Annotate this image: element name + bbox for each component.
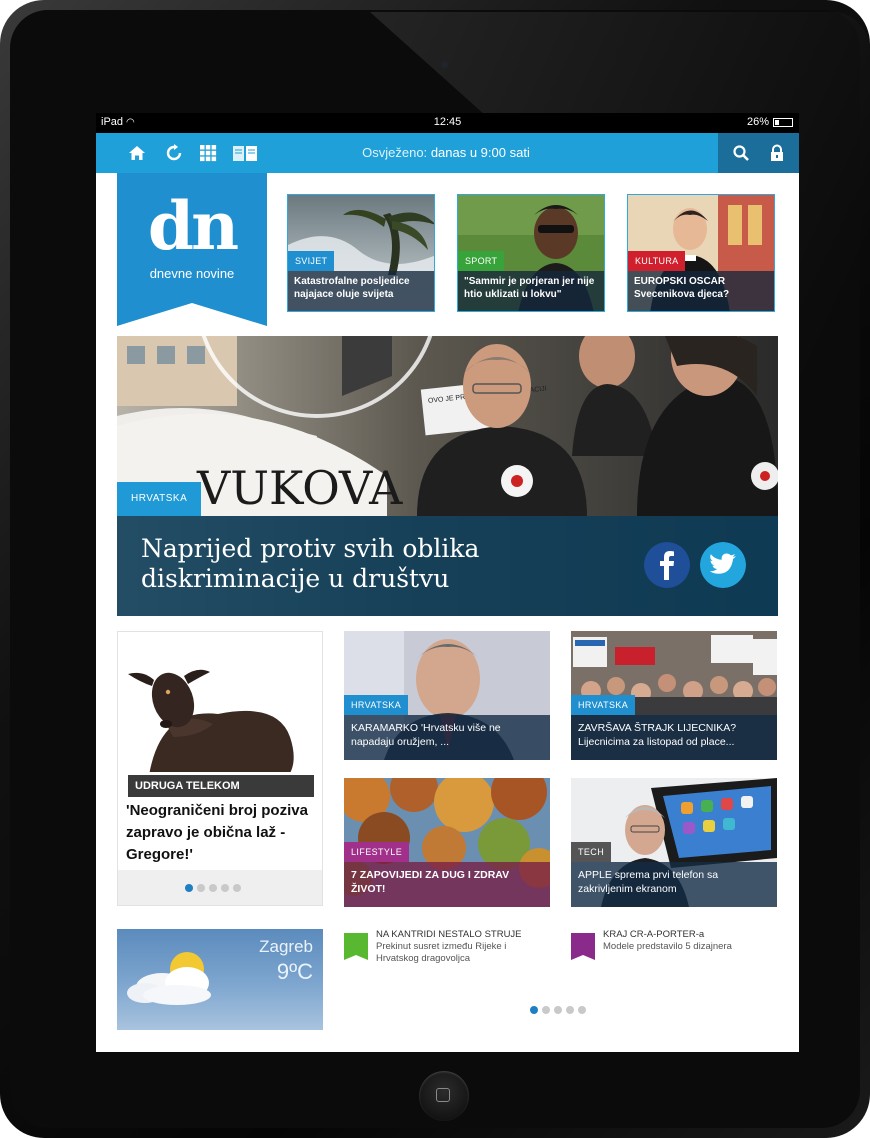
tile-tag: TECH bbox=[571, 842, 612, 862]
pager-dot[interactable] bbox=[233, 884, 241, 892]
search-icon[interactable] bbox=[732, 144, 750, 162]
tile-tag: HRVATSKA bbox=[571, 695, 636, 715]
card-pager-bar bbox=[118, 870, 322, 905]
logo-name: dnevne novine bbox=[149, 266, 235, 281]
tile-tag: HRVATSKA bbox=[344, 695, 409, 715]
home-button[interactable] bbox=[419, 1071, 469, 1121]
tile-caption: KARAMARKO 'Hrvatsku više ne napadaju oru… bbox=[344, 715, 550, 760]
brief-text: Prekinut susret između Rijeke i Hrvatsko… bbox=[376, 941, 507, 964]
status-bar: iPad ◠ 12:45 26% bbox=[96, 113, 799, 133]
tile-caption: ZAVRŠAVA ŠTRAJK LIJECNIKA? Lijecnicima z… bbox=[571, 715, 777, 760]
tile-caption: Katastrofalne posljedice najajace oluje … bbox=[288, 271, 434, 311]
pager-dot[interactable] bbox=[566, 1006, 574, 1014]
refresh-time: danas u 9:00 sati bbox=[430, 145, 530, 160]
card-tag: UDRUGA TELEKOM bbox=[128, 775, 314, 797]
facebook-icon[interactable] bbox=[644, 542, 690, 588]
brief-flag-icon bbox=[344, 933, 368, 960]
battery-icon bbox=[773, 117, 793, 127]
card-pager[interactable] bbox=[185, 884, 241, 892]
refresh-label: Osvježeno: bbox=[362, 145, 428, 160]
tile-tag: SPORT bbox=[458, 251, 505, 271]
hero-headline: Naprijed protiv svih oblika diskriminaci… bbox=[141, 534, 480, 593]
card-title: 'Neograničeni broj poziva zapravo je obi… bbox=[126, 802, 308, 863]
tile-strajk[interactable]: HRVATSKA ZAVRŠAVA ŠTRAJK LIJECNIKA? Lije… bbox=[571, 631, 777, 760]
hero-tag: HRVATSKA bbox=[117, 482, 202, 516]
ipad-frame: iPad ◠ 12:45 26% Osvježeno: danas u 9:00 … bbox=[0, 0, 870, 1138]
pager-dot[interactable] bbox=[209, 884, 217, 892]
brief-heading: KRAJ CR-A-PORTER-a bbox=[603, 929, 705, 940]
tile-lifestyle[interactable]: LIFESTYLE 7 ZAPOVIJEDI ZA DUG I ZDRAV ŽI… bbox=[344, 778, 550, 907]
tile-caption: "Sammir je porjeran jer nije htio ukliza… bbox=[458, 271, 604, 311]
tile-caption: APPLE sprema prvi telefon sa zakrivljeni… bbox=[571, 862, 777, 907]
screen: iPad ◠ 12:45 26% Osvježeno: danas u 9:00 … bbox=[96, 113, 799, 1052]
weather-city: Zagreb bbox=[259, 937, 313, 956]
top-tile-svijet[interactable]: SVIJET Katastrofalne posljedice najajace… bbox=[287, 194, 435, 312]
tile-caption: 7 ZAPOVIJEDI ZA DUG I ZDRAV ŽIVOT! bbox=[344, 862, 550, 907]
toolbar-actions bbox=[718, 133, 799, 173]
pager-dot[interactable] bbox=[530, 1006, 538, 1014]
site-logo[interactable]: dn dnevne novine bbox=[117, 173, 267, 326]
tile-caption: EUROPSKI OSCAR Svecenikova djeca? bbox=[628, 271, 774, 311]
tile-tech[interactable]: TECH APPLE sprema prvi telefon sa zakriv… bbox=[571, 778, 777, 907]
tile-tag: SVIJET bbox=[288, 251, 335, 271]
hero-sign-text: VUKOVA bbox=[196, 461, 403, 515]
tile-tag: KULTURA bbox=[628, 251, 686, 271]
pager-dot[interactable] bbox=[221, 884, 229, 892]
tile-karamarko[interactable]: HRVATSKA KARAMARKO 'Hrvatsku više ne nap… bbox=[344, 631, 550, 760]
pager-dot[interactable] bbox=[578, 1006, 586, 1014]
weather-temp: 9ºC bbox=[276, 959, 313, 984]
logo-mark: dn bbox=[147, 187, 239, 265]
tile-tag: LIFESTYLE bbox=[344, 842, 410, 862]
pager-dot[interactable] bbox=[542, 1006, 550, 1014]
pager-dot[interactable] bbox=[197, 884, 205, 892]
twitter-icon[interactable] bbox=[700, 542, 746, 588]
battery-percent: 26% bbox=[746, 116, 769, 128]
brief-text: Modele predstavilo 5 dizajnera bbox=[603, 941, 732, 952]
refresh-status: Osvježeno: danas u 9:00 sati bbox=[96, 145, 796, 160]
top-tile-sport[interactable]: SPORT "Sammir je porjeran jer nije htio … bbox=[457, 194, 605, 312]
weather-widget[interactable]: Zagreb 9ºC bbox=[117, 929, 323, 1030]
clock: 12:45 bbox=[433, 116, 462, 128]
lock-icon[interactable] bbox=[768, 144, 786, 162]
pager-dot[interactable] bbox=[554, 1006, 562, 1014]
featured-card[interactable]: UDRUGA TELEKOM 'Neograničeni broj poziva… bbox=[117, 631, 323, 906]
sheep-photo bbox=[118, 632, 322, 772]
toolbar: Osvježeno: danas u 9:00 sati bbox=[96, 133, 799, 173]
bottom-pager[interactable] bbox=[530, 1006, 586, 1014]
pager-dot[interactable] bbox=[185, 884, 193, 892]
camera bbox=[441, 61, 448, 68]
top-tile-kultura[interactable]: KULTURA EUROPSKI OSCAR Svecenikova djeca… bbox=[627, 194, 775, 312]
brief-flag-icon bbox=[571, 933, 595, 960]
brief-heading: NA KANTRIDI NESTALO STRUJE bbox=[376, 929, 522, 940]
hero-article[interactable]: VUKOVA OVO JE PRVI KORAK KA USTRACIJI bbox=[117, 336, 778, 616]
